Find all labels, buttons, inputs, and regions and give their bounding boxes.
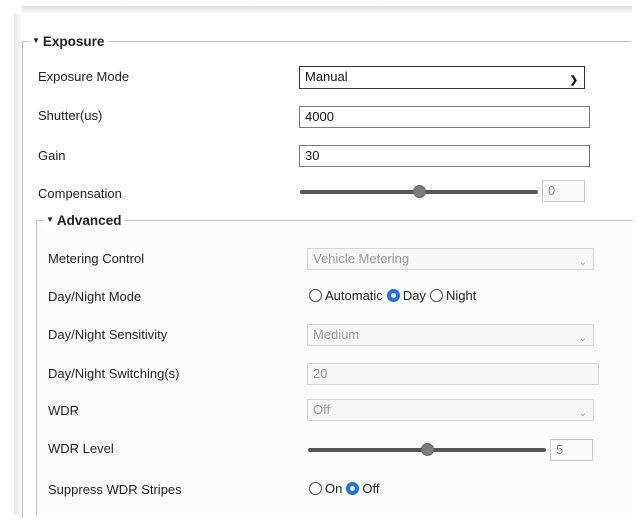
chevron-down-icon: ❯ (569, 75, 578, 86)
chevron-down-icon: ⌄ (578, 408, 587, 419)
radio-selected-icon[interactable] (346, 482, 360, 495)
radio-label: Night (445, 288, 477, 303)
chevron-down-icon: ⌄ (578, 257, 587, 268)
suppress-stripes-label: Suppress WDR Stripes (48, 482, 182, 497)
switching-input: 20 (307, 363, 599, 385)
day-night-mode-radio-group: Automatic Day Night (309, 288, 480, 303)
slider-thumb[interactable] (413, 185, 426, 198)
wdr-label: WDR (48, 403, 80, 418)
exposure-mode-value: Manual (305, 69, 348, 84)
shutter-label: Shutter(us) (38, 108, 103, 123)
metering-label: Metering Control (48, 251, 145, 266)
radio-option-automatic[interactable]: Automatic (309, 288, 383, 303)
shutter-input[interactable]: 4000 (299, 106, 590, 128)
compensation-label: Compensation (38, 186, 122, 201)
radio-icon[interactable] (309, 289, 322, 302)
wdr-level-slider[interactable] (308, 443, 546, 457)
wdr-select: Off ⌄ (307, 399, 594, 421)
collapse-triangle-icon[interactable]: ▼ (46, 215, 54, 224)
metering-select: Vehicle Metering ⌄ (307, 248, 594, 270)
radio-icon[interactable] (429, 289, 443, 302)
wdr-value: Off (313, 402, 331, 417)
radio-label: Day (402, 288, 426, 303)
radio-icon[interactable] (309, 482, 322, 495)
sensitivity-select: Medium ⌄ (307, 324, 594, 346)
advanced-section-header[interactable]: ▼ Advanced (44, 212, 126, 229)
radio-label: On (325, 481, 343, 496)
collapse-triangle-icon[interactable]: ▼ (32, 36, 40, 45)
sensitivity-value: Medium (313, 327, 360, 342)
radio-option-off[interactable]: Off (346, 481, 379, 496)
gain-input[interactable]: 30 (299, 145, 590, 167)
radio-option-day[interactable]: Day (386, 288, 426, 303)
radio-option-night[interactable]: Night (429, 288, 477, 303)
advanced-title: Advanced (56, 213, 122, 228)
wdr-level-label: WDR Level (48, 441, 114, 456)
sensitivity-label: Day/Night Sensitivity (48, 327, 168, 342)
metering-value: Vehicle Metering (313, 251, 410, 266)
wdr-level-value-box[interactable]: 5 (550, 439, 593, 461)
exposure-section-header[interactable]: ▼ Exposure (30, 33, 109, 50)
radio-option-on[interactable]: On (309, 481, 342, 496)
slider-thumb[interactable] (421, 443, 434, 456)
compensation-slider[interactable] (300, 185, 538, 199)
radio-selected-icon[interactable] (386, 289, 400, 302)
radio-label: Automatic (325, 288, 383, 303)
exposure-mode-select[interactable]: Manual ❯ (299, 66, 585, 89)
day-night-mode-label: Day/Night Mode (48, 289, 142, 304)
panel-shadow (22, 6, 632, 14)
suppress-stripes-radio-group: On Off (309, 481, 383, 496)
panel-shadow-left (14, 14, 22, 514)
switching-label: Day/Night Switching(s) (48, 366, 180, 381)
chevron-down-icon: ⌄ (578, 333, 587, 344)
gain-label: Gain (38, 148, 66, 163)
compensation-value-box[interactable]: 0 (542, 180, 585, 202)
exposure-title: Exposure (42, 34, 105, 49)
exposure-mode-label: Exposure Mode (38, 69, 130, 84)
radio-label: Off (362, 481, 380, 496)
